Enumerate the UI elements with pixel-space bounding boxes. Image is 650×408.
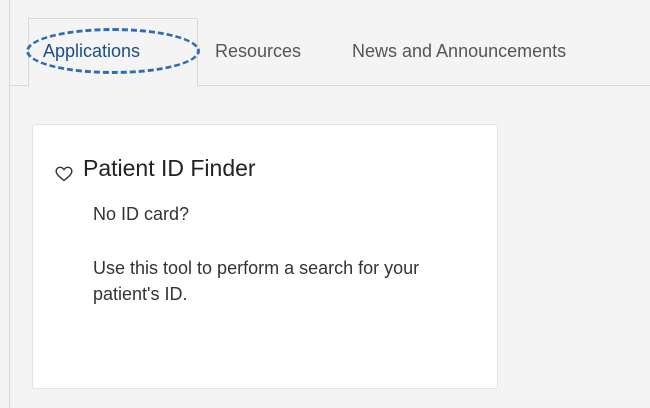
tab-news-and-announcements[interactable]: News and Announcements (352, 40, 566, 62)
application-card-patient-id-finder: Patient ID Finder No ID card? Use this t… (32, 124, 498, 389)
tab-applications[interactable]: Applications (43, 40, 140, 62)
card-title[interactable]: Patient ID Finder (83, 155, 256, 182)
tab-resources[interactable]: Resources (215, 40, 301, 62)
card-description: Use this tool to perform a search for yo… (93, 258, 420, 304)
card-title-row: Patient ID Finder (55, 155, 256, 182)
tab-bar: Applications Resources News and Announce… (10, 0, 650, 87)
heart-outline-icon[interactable] (55, 161, 73, 181)
card-subtitle: No ID card? (93, 204, 190, 224)
app-frame: Applications Resources News and Announce… (9, 0, 650, 408)
